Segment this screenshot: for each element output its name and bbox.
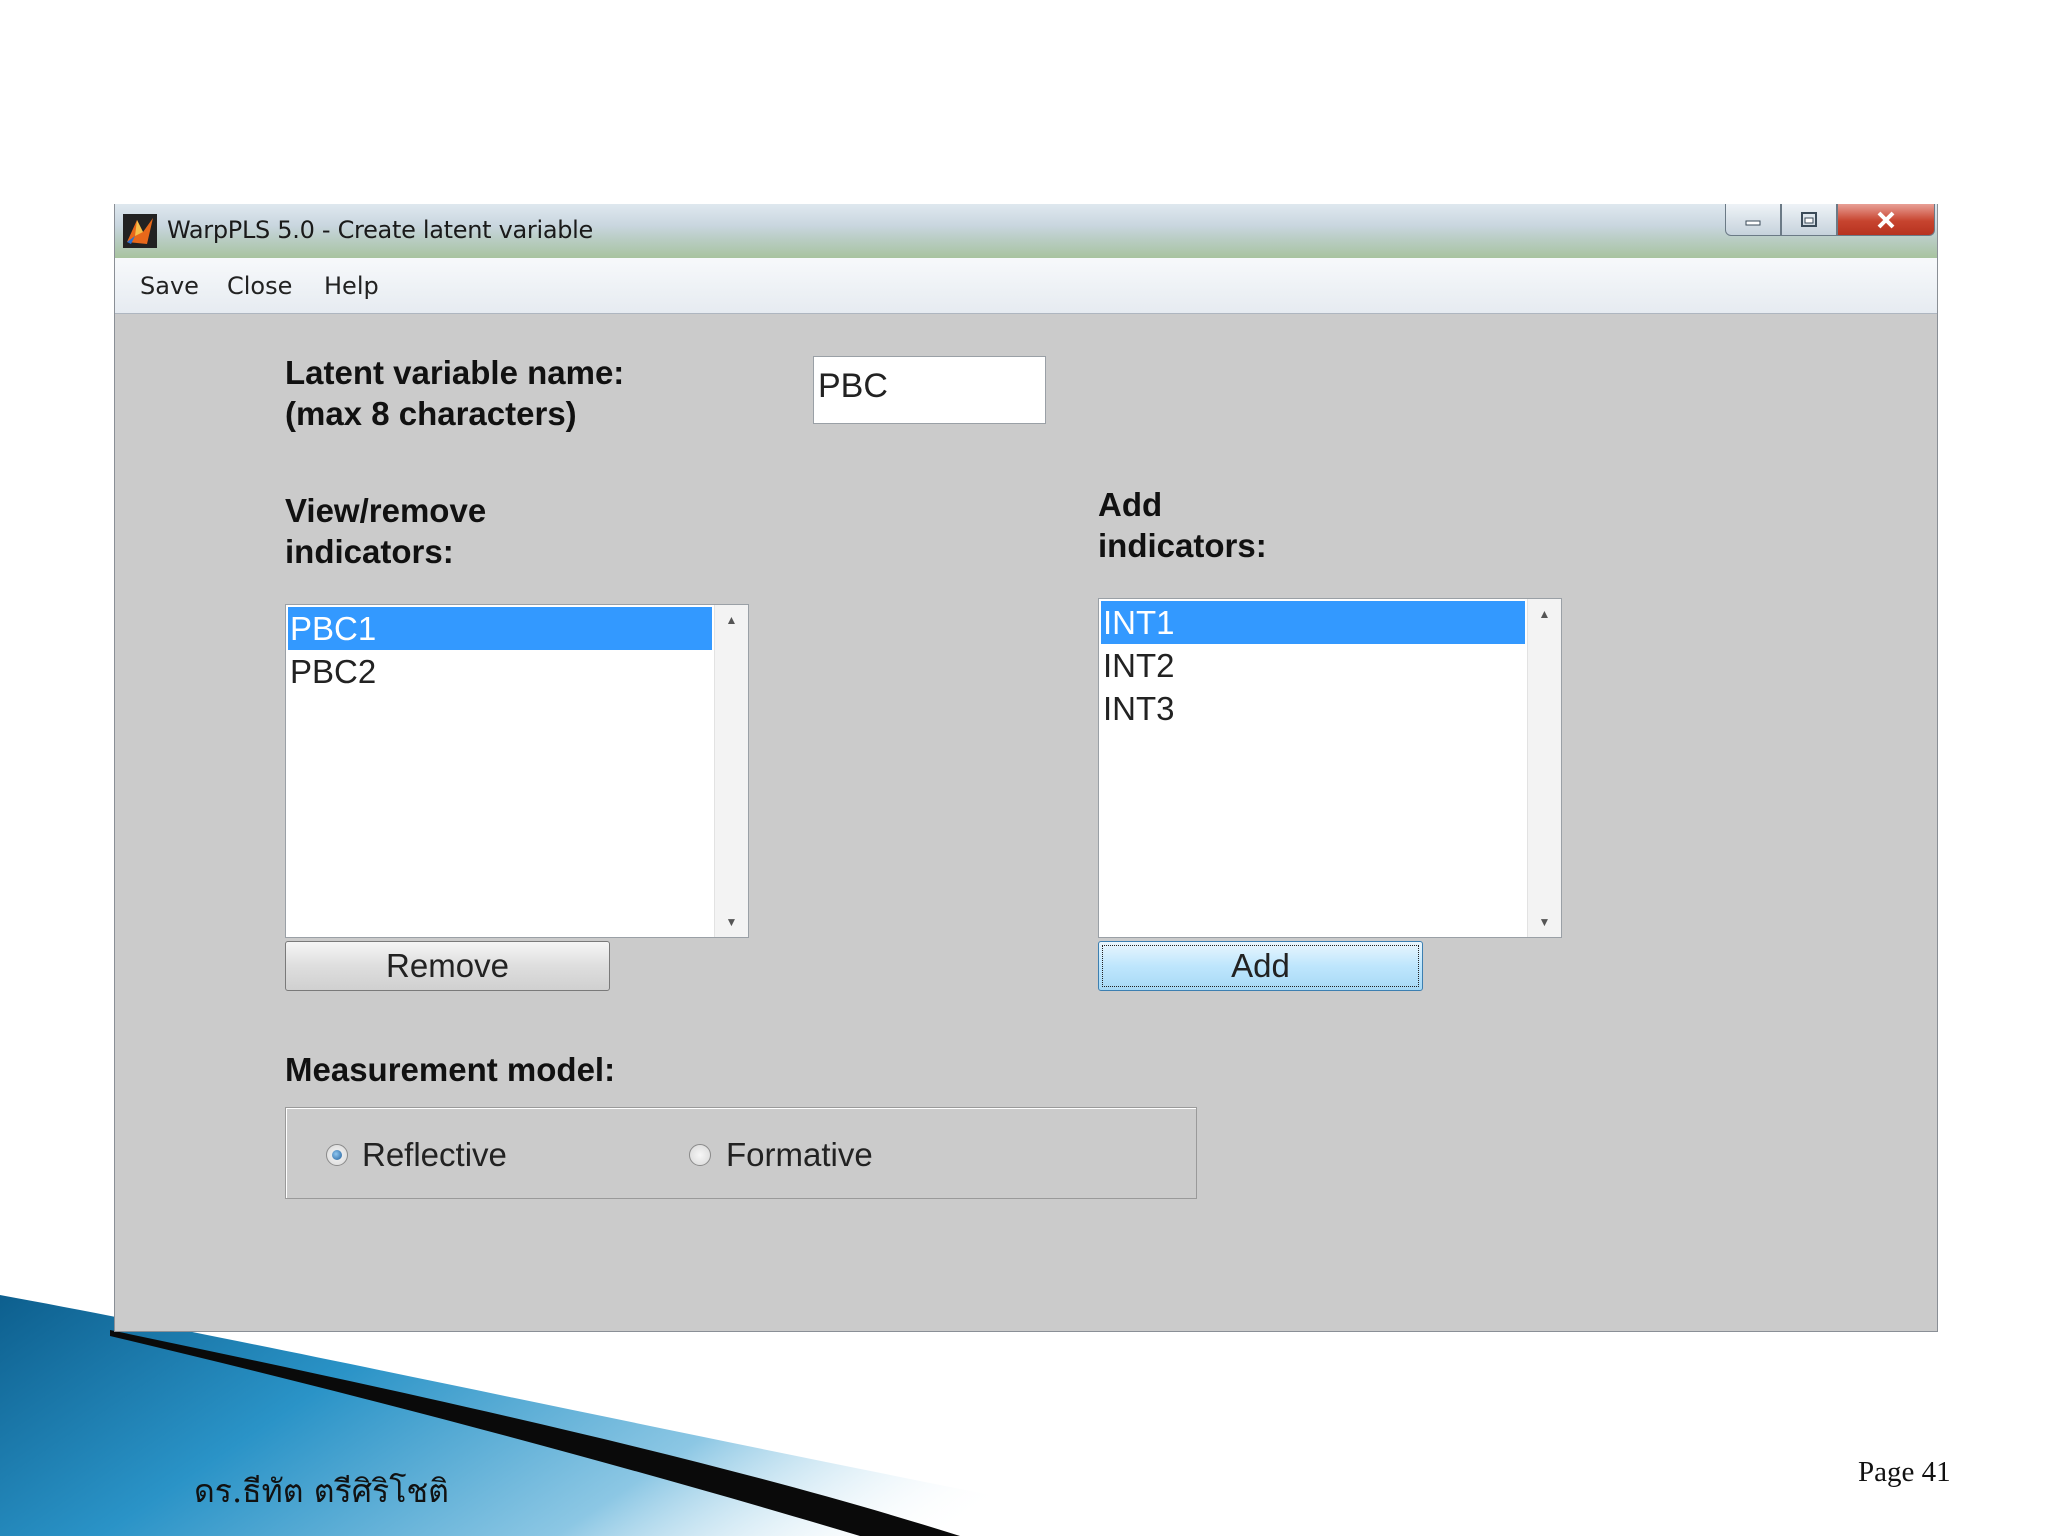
reflective-radio[interactable] [326,1144,348,1166]
scroll-down-icon[interactable]: ▼ [715,915,748,929]
view-remove-label: View/remove indicators: [285,492,487,570]
list-item[interactable]: INT1 [1101,601,1525,644]
current-indicators-scrollbar[interactable]: ▲ ▼ [714,605,748,937]
list-item[interactable]: INT2 [1101,644,1525,687]
measurement-model-group: Reflective Formative [285,1107,1197,1199]
available-indicators-scrollbar[interactable]: ▲ ▼ [1527,599,1561,937]
latent-name-label: Latent variable name: (max 8 characters) [285,354,625,432]
latent-name-input[interactable]: PBC [813,356,1046,424]
measurement-model-label: Measurement model: [285,1051,616,1088]
dialog-content: Latent variable name: (max 8 characters)… [115,314,1937,1332]
formative-label[interactable]: Formative [726,1136,873,1174]
current-indicators-list: PBC1 PBC2 [288,607,712,693]
close-window-button[interactable] [1837,204,1935,236]
scroll-up-icon[interactable]: ▲ [1528,607,1561,621]
window-title: WarpPLS 5.0 - Create latent variable [167,216,593,244]
dialog-window: WarpPLS 5.0 - Create latent variable Sav… [114,204,1938,1332]
maximize-icon [1801,211,1817,227]
available-indicators-listbox[interactable]: INT1 INT2 INT3 ▲ ▼ [1098,598,1562,938]
reflective-label[interactable]: Reflective [362,1136,507,1174]
maximize-button[interactable] [1781,204,1837,236]
radio-selected-dot [332,1150,342,1160]
close-icon [1877,211,1895,228]
add-button[interactable]: Add [1098,941,1423,991]
focus-ring [1102,945,1419,987]
menu-save[interactable]: Save [140,272,199,300]
remove-button[interactable]: Remove [285,941,610,991]
list-item[interactable]: PBC1 [288,607,712,650]
formative-radio[interactable] [689,1144,711,1166]
author-name: ดร.ธีทัต ตรีศิริโชติ [194,1472,449,1510]
list-item[interactable]: INT3 [1101,687,1525,730]
add-indicators-label: Add indicators: [1098,486,1267,564]
scroll-down-icon[interactable]: ▼ [1528,915,1561,929]
minimize-icon [1745,220,1761,225]
window-controls [1725,204,1935,238]
current-indicators-listbox[interactable]: PBC1 PBC2 ▲ ▼ [285,604,749,938]
menu-help[interactable]: Help [324,272,379,300]
menu-close[interactable]: Close [227,272,292,300]
available-indicators-list: INT1 INT2 INT3 [1101,601,1525,730]
minimize-button[interactable] [1725,204,1781,236]
scroll-up-icon[interactable]: ▲ [715,613,748,627]
warppls-app-icon [123,214,157,248]
menu-bar: Save Close Help [115,258,1937,314]
list-item[interactable]: PBC2 [288,650,712,693]
title-bar[interactable]: WarpPLS 5.0 - Create latent variable [115,204,1937,258]
page-number: Page 41 [1858,1456,1951,1488]
